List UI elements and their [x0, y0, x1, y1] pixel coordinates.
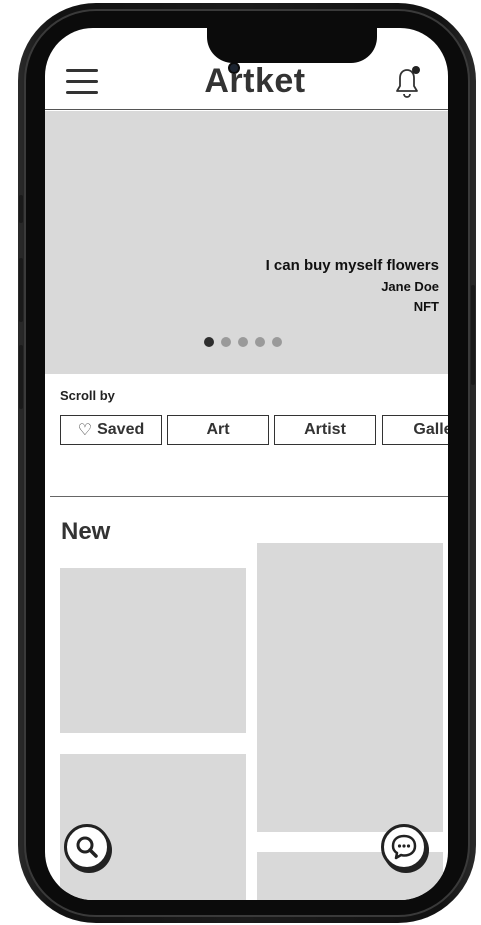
phone-volume-down [19, 345, 23, 409]
phone-power-button [471, 285, 475, 385]
front-camera [228, 62, 240, 74]
app-title: Artket [204, 62, 306, 100]
carousel-dot[interactable] [238, 337, 248, 347]
chat-bubble-icon [391, 834, 417, 860]
filter-chip-art[interactable]: Art [167, 415, 269, 445]
carousel-pagination [204, 337, 282, 347]
carousel-dot[interactable] [204, 337, 214, 347]
hero-artist-name: Jane Doe [381, 279, 439, 294]
chip-label: Art [206, 421, 230, 438]
filter-chip-row[interactable]: ♡ Saved Art Artist Galle [60, 415, 448, 447]
chip-label: Galle [413, 421, 448, 438]
chip-label: Artist [304, 421, 346, 438]
hero-artwork-type: NFT [413, 299, 439, 314]
phone-notch [207, 28, 377, 63]
artwork-card[interactable] [257, 543, 443, 832]
artwork-card[interactable] [60, 568, 246, 733]
heart-icon: ♡ [77, 422, 93, 439]
chip-label: Saved [97, 421, 145, 438]
app-screen: Artket I can buy myself flowers Jane Doe… [45, 28, 448, 900]
carousel-dot[interactable] [221, 337, 231, 347]
hero-carousel[interactable]: I can buy myself flowers Jane Doe NFT [45, 111, 448, 374]
carousel-dot[interactable] [255, 337, 265, 347]
bell-icon[interactable] [390, 64, 424, 100]
chat-button[interactable] [381, 824, 427, 870]
search-button[interactable] [64, 824, 110, 870]
filter-chip-artist[interactable]: Artist [274, 415, 376, 445]
phone-volume-up [19, 258, 23, 322]
hamburger-menu-icon[interactable] [66, 69, 98, 95]
section-divider [50, 496, 448, 497]
filter-chip-gallery[interactable]: Galle [382, 415, 448, 445]
phone-side-button [19, 195, 23, 223]
scroll-by-label: Scroll by [60, 388, 115, 403]
carousel-dot[interactable] [272, 337, 282, 347]
new-section-title: New [61, 518, 111, 545]
search-icon [76, 836, 98, 858]
hero-artwork-title: I can buy myself flowers [265, 257, 439, 274]
filter-chip-saved[interactable]: ♡ Saved [60, 415, 162, 445]
